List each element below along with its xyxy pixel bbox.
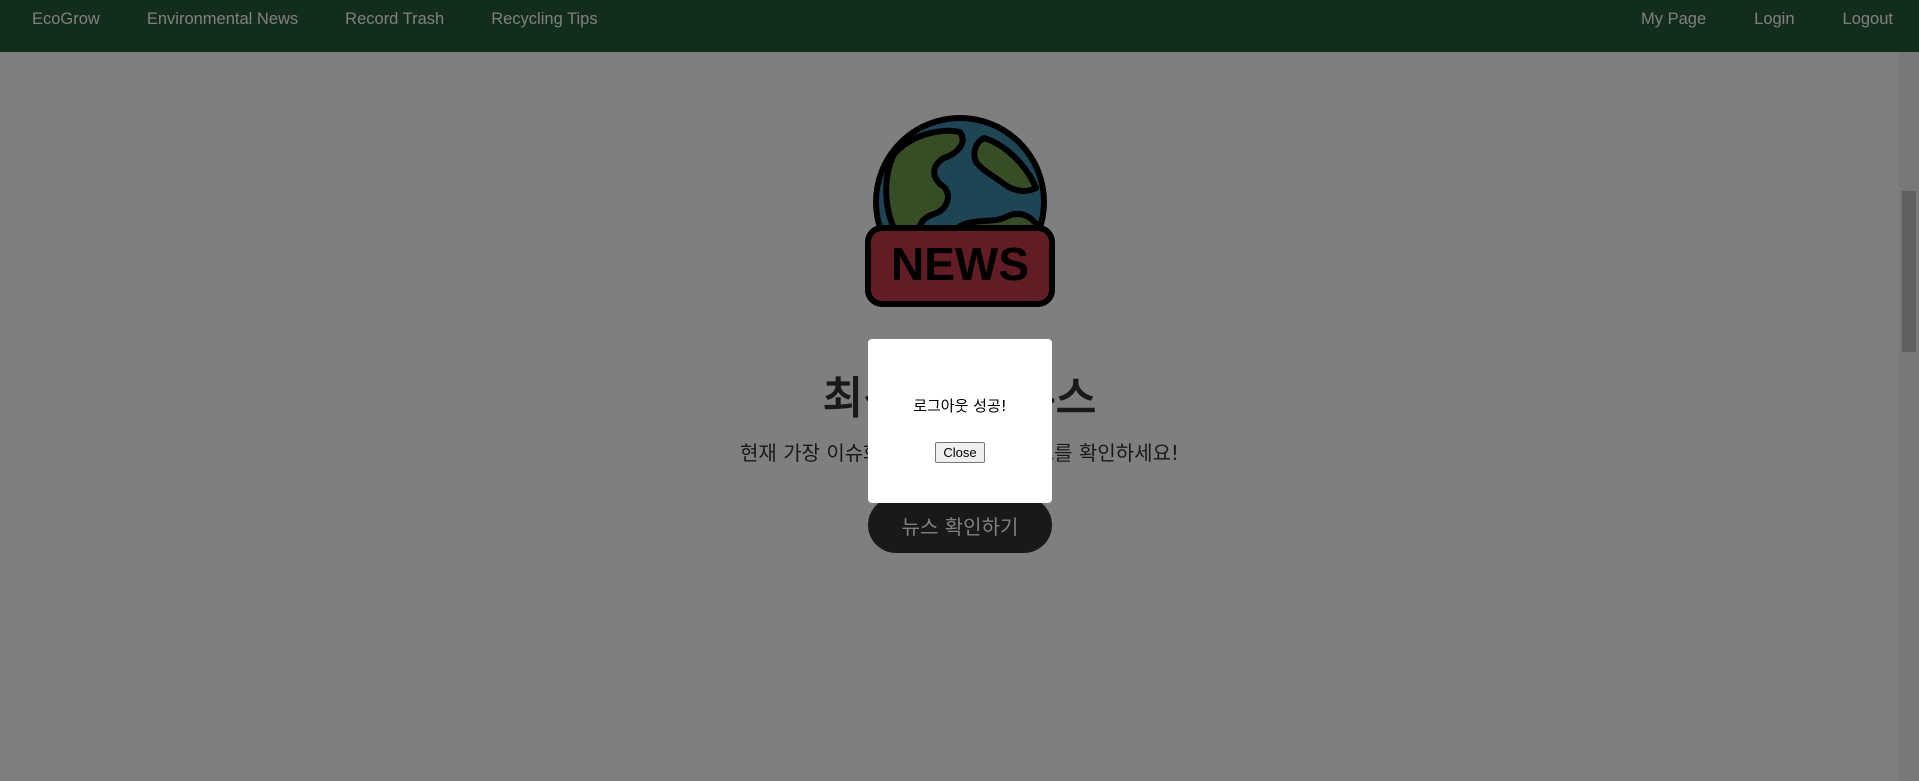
modal-close-button[interactable]: Close [935, 442, 985, 463]
modal-message: 로그아웃 성공! [913, 397, 1007, 415]
logout-success-modal: 로그아웃 성공! Close [868, 339, 1052, 503]
